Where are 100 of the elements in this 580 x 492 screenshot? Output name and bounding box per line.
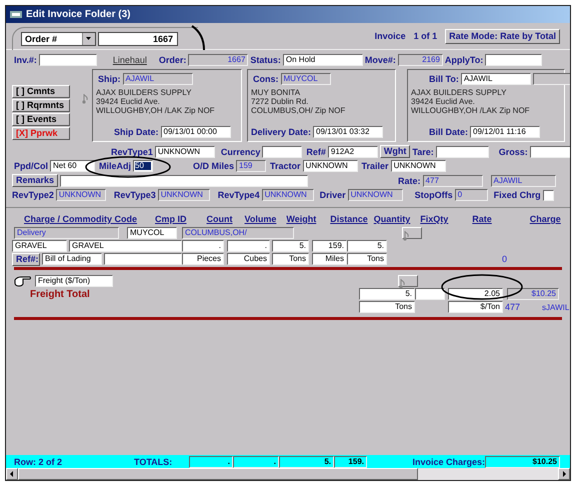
text-field[interactable]: UNKNOWN (158, 189, 210, 201)
text-field[interactable]: UNKNOWN (56, 189, 106, 201)
text-field[interactable]: 50 (133, 160, 154, 172)
text-field[interactable]: 159 (236, 160, 266, 172)
flag-button[interactable]: [ ] Rqrmnts (12, 99, 70, 112)
column-header[interactable]: Count (206, 214, 233, 224)
flag-button[interactable]: [ ] Events (12, 113, 70, 126)
flag-button[interactable]: [ ] Cmnts (12, 85, 70, 98)
text-field[interactable]: 09/12/01 11:16 (470, 126, 540, 138)
scroll-right-button[interactable] (558, 468, 570, 480)
table-cell[interactable]: Bill of Lading (42, 253, 102, 265)
text-field[interactable]: 5. (359, 288, 415, 300)
rate-mode-button[interactable]: Rate Mode: Rate by Total (445, 28, 560, 44)
text-field[interactable]: AJAWIL (122, 73, 192, 85)
text-field[interactable] (530, 146, 570, 158)
text-field[interactable]: Tons (359, 301, 415, 313)
address-line: 7272 Dublin Rd. (251, 97, 310, 106)
column-header[interactable]: Volume (244, 214, 276, 224)
note-icon (399, 278, 407, 288)
text-field[interactable]: 09/13/01 00:00 (160, 126, 231, 138)
column-header[interactable]: Cmp ID (155, 214, 187, 224)
table-cell[interactable]: . (182, 240, 224, 252)
text-field[interactable] (485, 54, 542, 66)
column-header[interactable]: Charge / Commodity Code (24, 214, 138, 224)
linehaul-link[interactable]: Linehaul (112, 55, 147, 65)
field-label: ApplyTo: (444, 55, 484, 65)
table-cell[interactable]: Miles (312, 253, 347, 265)
table-cell[interactable]: 5. (272, 240, 309, 252)
table-cell[interactable]: Pieces (182, 253, 224, 265)
right-arrow-icon (561, 471, 567, 477)
text-field[interactable]: UNKNOWN (154, 146, 215, 158)
text-field[interactable]: UNKNOWN (262, 189, 314, 201)
row-counter: Row: 2 of 2 (14, 456, 64, 466)
text-field[interactable]: $/Ton (448, 301, 503, 313)
table-cell[interactable]: . (227, 240, 270, 252)
toggle-button[interactable] (398, 274, 418, 286)
table-cell[interactable]: GRAVEL (69, 240, 182, 252)
column-header[interactable]: Distance (330, 214, 368, 224)
text-field[interactable]: UNKNOWN (390, 160, 446, 172)
text-field[interactable]: Freight ($/Ton) (35, 274, 113, 286)
table-cell[interactable]: 159. (312, 240, 347, 252)
field-label: MileAdj (99, 161, 132, 171)
table-cell[interactable]: Cubes (227, 253, 270, 265)
total-field[interactable]: 159. (334, 456, 367, 468)
text-field[interactable]: 2169 (398, 54, 443, 66)
table-cell[interactable]: MUYCOL (127, 227, 177, 239)
text-field[interactable]: UNKNOWN (348, 189, 403, 201)
column-header[interactable]: Rate (472, 214, 492, 224)
total-field[interactable]: . (233, 456, 279, 468)
window-title: Edit Invoice Folder (3) (26, 9, 130, 20)
table-cell[interactable]: Tons (347, 253, 387, 265)
text-field[interactable]: 09/13/01 03:32 (313, 126, 384, 138)
table-cell[interactable]: Delivery (14, 227, 119, 239)
form-button[interactable]: Wght (380, 145, 410, 158)
table-cell[interactable]: COLUMBUS,OH/ (182, 227, 294, 239)
scrollbar-thumb[interactable] (18, 468, 418, 480)
text-field[interactable]: 477 (422, 174, 483, 186)
text-field[interactable]: AJAWIL (490, 174, 556, 186)
text-field[interactable] (60, 174, 308, 186)
total-field[interactable]: $10.25 (485, 456, 560, 468)
text-field[interactable] (38, 54, 97, 66)
column-header[interactable]: Quantity (374, 214, 410, 224)
scroll-left-button[interactable] (6, 468, 18, 480)
column-header[interactable]: Weight (286, 214, 316, 224)
text-field[interactable]: $10.25 (507, 288, 559, 300)
invoice-charges-label: Invoice Charges: (412, 456, 485, 466)
text-field[interactable] (436, 146, 489, 158)
text-field[interactable]: Net 60 (50, 160, 95, 172)
text-field[interactable] (415, 288, 445, 300)
text-field[interactable] (262, 146, 302, 158)
column-header[interactable]: FixQty (420, 214, 448, 224)
text-field[interactable]: On Hold (282, 54, 363, 66)
text-field[interactable]: 912A2 (328, 146, 378, 158)
text-field[interactable] (532, 73, 570, 85)
field-label: Tractor (270, 161, 301, 171)
address-line: MUY BONITA (251, 88, 302, 97)
text-field[interactable]: AJAWIL (460, 73, 531, 85)
text-field[interactable]: MUYCOL (280, 73, 330, 85)
address-line: 39424 Euclid Ave. (411, 97, 476, 106)
window-icon (10, 10, 22, 19)
table-cell[interactable]: Tons (272, 253, 309, 265)
table-cell[interactable]: 5. (347, 240, 387, 252)
text-field[interactable]: 0 (454, 189, 488, 201)
total-field[interactable]: 5. (279, 456, 334, 468)
lookup-field[interactable]: 1667 (98, 32, 178, 46)
toggle-button[interactable] (402, 227, 422, 239)
text-field[interactable]: 1667 (188, 54, 248, 66)
column-header[interactable]: Charge (530, 214, 561, 224)
ref-button[interactable]: Ref#: (12, 252, 40, 266)
total-field[interactable]: . (189, 456, 233, 468)
table-cell[interactable] (104, 253, 182, 265)
field-label: RevType1 (111, 146, 153, 156)
form-button[interactable]: Remarks (12, 174, 58, 187)
note-icon (403, 231, 411, 241)
field-label: Ship Date: (114, 127, 159, 137)
checkbox[interactable] (542, 190, 554, 200)
note-icon (82, 94, 90, 104)
table-cell[interactable]: GRAVEL (12, 240, 67, 252)
text-field[interactable]: UNKNOWN (302, 160, 358, 172)
lookup-select[interactable]: Order # (21, 32, 96, 46)
